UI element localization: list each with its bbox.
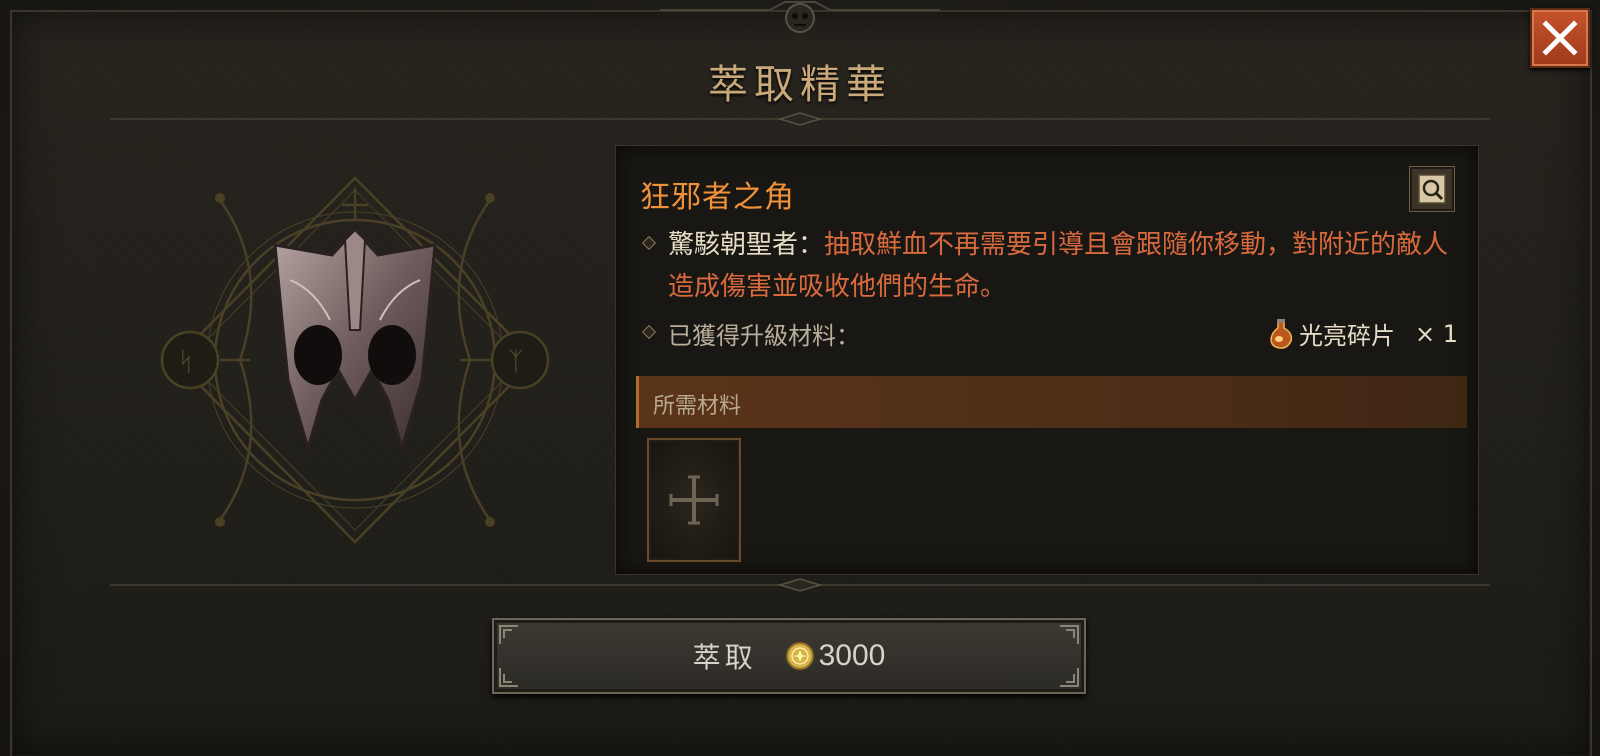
gold-coin-icon	[785, 642, 814, 670]
extract-button[interactable]: 萃取 3000	[492, 618, 1086, 694]
close-button[interactable]	[1530, 8, 1590, 68]
required-material-slot[interactable]	[647, 438, 741, 562]
svg-text:ᛉ: ᛉ	[508, 347, 524, 377]
aspect-name: 驚駭朝聖者	[668, 230, 799, 260]
upgrade-material-name: 光亮碎片	[1298, 322, 1395, 350]
aspect-emblem: ᛋ ᛉ	[160, 176, 550, 544]
upgrade-material-count: × 1	[1414, 319, 1458, 348]
item-name: 狂邪者之角	[640, 180, 795, 215]
inspect-button[interactable]	[1409, 166, 1455, 212]
magnify-scroll-icon	[1418, 174, 1446, 204]
extract-button-label: 萃取	[692, 642, 757, 673]
required-materials-label: 所需材料	[653, 394, 742, 419]
dialog-title: 萃取精華	[708, 62, 892, 108]
bullet-icon	[641, 324, 657, 340]
extract-essence-screen: 萃取精華 ᛋ ᛉ 狂邪者之角 驚駭朝聖者：抽取鮮血不再需要引導且會跟隨你移動，對…	[0, 0, 1600, 756]
bottom-divider	[110, 578, 1490, 592]
helmet-icon	[273, 227, 437, 454]
skull-ornament-icon	[660, 1, 940, 33]
aspect-info-panel: 狂邪者之角 驚駭朝聖者：抽取鮮血不再需要引導且會跟隨你移動，對附近的敵人造成傷害…	[615, 145, 1479, 575]
title-divider	[110, 112, 1490, 126]
aspect-description: 驚駭朝聖者：抽取鮮血不再需要引導且會跟隨你移動，對附近的敵人造成傷害並吸收他們的…	[668, 224, 1458, 308]
upgrade-materials-label: 已獲得升級材料：	[668, 322, 860, 350]
aspect-separator: ：	[798, 230, 825, 260]
extract-cost: 3000	[818, 639, 886, 672]
bullet-icon	[641, 235, 657, 251]
cross-icon	[669, 475, 719, 525]
svg-text:ᛋ: ᛋ	[178, 347, 194, 377]
potion-flask-icon	[1270, 318, 1293, 349]
required-materials-header: 所需材料	[636, 376, 1467, 428]
close-icon	[1542, 20, 1578, 56]
upgrade-material: 光亮碎片 × 1	[1267, 316, 1458, 351]
